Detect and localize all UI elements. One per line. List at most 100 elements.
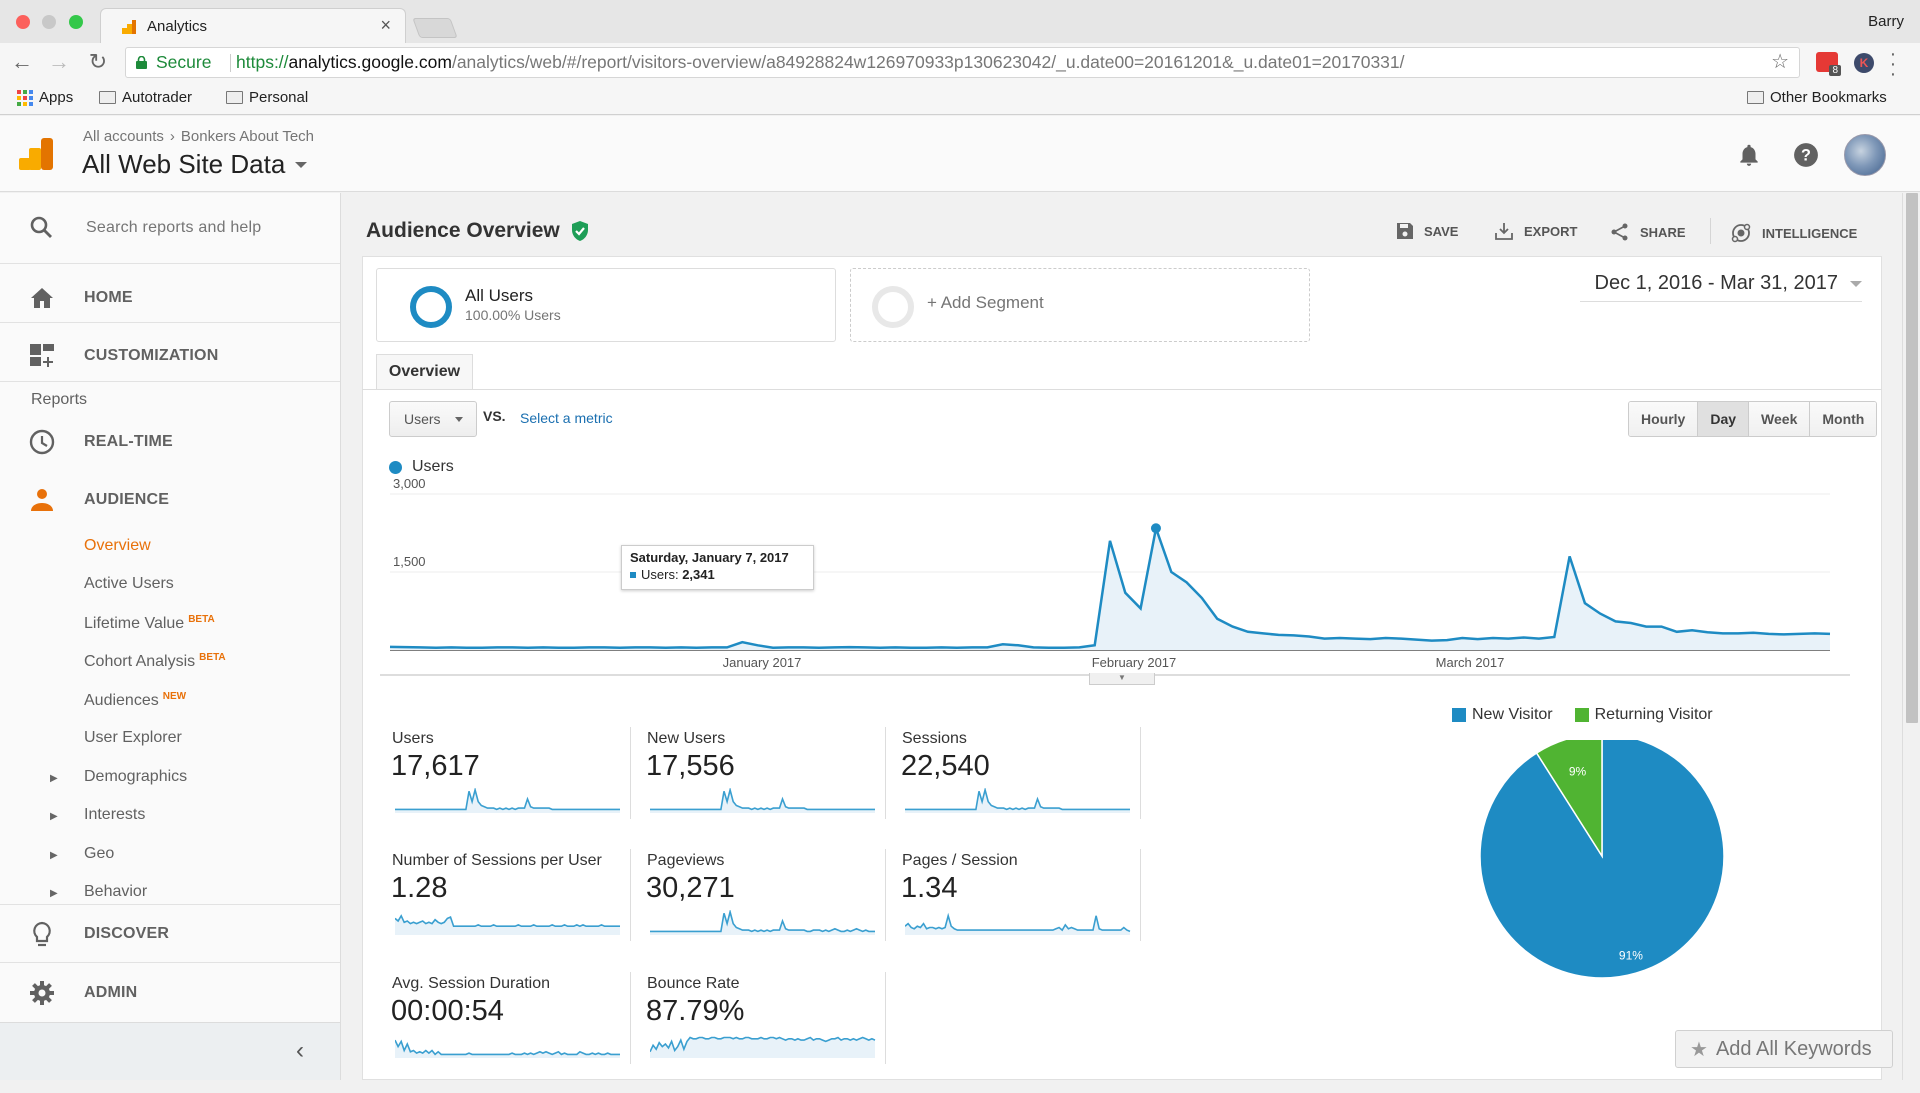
sidebar-subitem-active-users[interactable]: Active Users xyxy=(84,575,174,593)
tooltip-value-row: Users: 2,341 xyxy=(630,567,805,582)
address-bar[interactable]: Secure https://analytics.google.com/anal… xyxy=(125,47,1800,78)
page-scrollbar[interactable] xyxy=(1902,193,1920,1080)
tooltip-date: Saturday, January 7, 2017 xyxy=(630,550,789,565)
sidebar-subitem-interests[interactable]: Interests xyxy=(84,806,145,824)
kpi-divider xyxy=(630,972,631,1064)
sidebar-subitem-user-explorer[interactable]: User Explorer xyxy=(84,729,182,747)
back-arrow-icon[interactable]: ← xyxy=(10,49,34,75)
share-button[interactable]: SHARE xyxy=(1610,222,1686,242)
kpi-tile[interactable]: Avg. Session Duration 00:00:54 xyxy=(385,975,635,1093)
granularity-day[interactable]: Day xyxy=(1697,402,1749,436)
chart-resize-handle[interactable]: ▼ xyxy=(1089,673,1155,685)
kpi-divider xyxy=(630,727,631,819)
url-path: /analytics/web/#/report/visitors-overvie… xyxy=(451,52,1405,72)
star-icon: ★ xyxy=(1690,1038,1708,1061)
extension-badge: 8 xyxy=(1829,65,1841,76)
browser-profile-name[interactable]: Barry xyxy=(1868,13,1904,30)
expand-arrow-icon[interactable]: ▶ xyxy=(50,773,58,784)
breadcrumb-property[interactable]: Bonkers About Tech xyxy=(181,128,314,145)
sidebar-item-audience[interactable]: AUDIENCE xyxy=(0,483,340,517)
reload-icon[interactable]: ↻ xyxy=(86,49,110,75)
subitem-label: Behavior xyxy=(84,883,148,900)
save-button[interactable]: SAVE xyxy=(1396,222,1458,240)
sidebar-subitem-demographics[interactable]: Demographics xyxy=(84,768,187,786)
granularity-week[interactable]: Week xyxy=(1748,402,1810,436)
scrollbar-thumb[interactable] xyxy=(1906,193,1918,723)
user-avatar[interactable] xyxy=(1844,134,1886,176)
divider xyxy=(0,904,340,905)
breadcrumb-all-accounts[interactable]: All accounts xyxy=(83,128,164,145)
search-input[interactable]: Search reports and help xyxy=(86,219,261,237)
kpi-tile[interactable]: Users 17,617 xyxy=(385,730,635,848)
close-tab-icon[interactable]: × xyxy=(380,15,391,36)
sidebar-subitem-overview[interactable]: Overview xyxy=(84,537,151,555)
export-label: EXPORT xyxy=(1524,223,1578,239)
granularity-month[interactable]: Month xyxy=(1809,402,1877,436)
kpi-tile[interactable]: Bounce Rate 87.79% xyxy=(640,975,890,1093)
kpi-divider xyxy=(885,972,886,1064)
kpi-tile[interactable]: Pageviews 30,271 xyxy=(640,852,890,970)
metric-dropdown[interactable]: Users xyxy=(389,401,477,437)
sparkline-line xyxy=(395,788,620,811)
tab-overview[interactable]: Overview xyxy=(376,354,473,390)
granularity-hourly[interactable]: Hourly xyxy=(1629,402,1698,436)
lightbulb-icon xyxy=(33,921,51,947)
sidebar-subitem-behavior[interactable]: Behavior xyxy=(84,883,147,901)
new-tab-button[interactable] xyxy=(412,18,458,38)
highlighted-data-point[interactable] xyxy=(1150,523,1161,534)
maximize-window-button[interactable] xyxy=(69,15,83,29)
segment-all-users[interactable]: All Users 100.00% Users xyxy=(376,268,836,342)
kpi-sparkline xyxy=(395,788,620,813)
kpi-tile[interactable]: Pages / Session 1.34 xyxy=(895,852,1145,970)
other-bookmarks[interactable]: Other Bookmarks xyxy=(1747,89,1887,106)
svg-text:?: ? xyxy=(1801,146,1811,164)
sidebar-subitem-geo[interactable]: Geo xyxy=(84,845,114,863)
help-icon[interactable]: ? xyxy=(1793,142,1819,168)
sidebar-item-home[interactable]: HOME xyxy=(0,281,340,315)
close-window-button[interactable] xyxy=(16,15,30,29)
kpi-tile[interactable]: New Users 17,556 xyxy=(640,730,890,848)
sidebar-item-customization[interactable]: CUSTOMIZATION xyxy=(0,339,340,373)
kpi-label: Pageviews xyxy=(647,852,725,869)
collapse-sidebar-chevron-icon[interactable]: ‹ xyxy=(296,1037,304,1065)
bookmark-apps[interactable]: Apps xyxy=(17,89,73,106)
browser-menu-icon[interactable]: · · · xyxy=(1888,44,1898,84)
visitor-type-pie-chart[interactable]: 91% 9% xyxy=(1470,740,1740,980)
sidebar-item-realtime[interactable]: REAL-TIME xyxy=(0,425,340,459)
forward-arrow-icon[interactable]: → xyxy=(47,49,71,75)
view-name: All Web Site Data xyxy=(82,149,286,179)
y-tick-label: 1,500 xyxy=(393,554,426,569)
bookmark-star-icon[interactable]: ☆ xyxy=(1771,48,1789,77)
sidebar-subitem-cohort-analysis[interactable]: Cohort Analysis BETA xyxy=(84,652,226,671)
browser-tab-analytics[interactable]: Analytics × xyxy=(100,8,406,44)
sidebar-search[interactable]: Search reports and help xyxy=(0,211,340,245)
sidebar-item-admin[interactable]: ADMIN xyxy=(0,976,340,1010)
date-range-picker[interactable]: Dec 1, 2016 - Mar 31, 2017 xyxy=(1580,272,1862,302)
intelligence-button[interactable]: INTELLIGENCE xyxy=(1730,222,1857,244)
sidebar-item-discover[interactable]: DISCOVER xyxy=(0,917,340,951)
users-line-chart[interactable]: 3,000 1,500 January 2017 February 2017 Marc… xyxy=(380,478,1860,688)
kpi-tile[interactable]: Number of Sessions per User 1.28 xyxy=(385,852,635,970)
expand-arrow-icon[interactable]: ▶ xyxy=(50,888,58,899)
sparkline-line xyxy=(395,1039,620,1056)
calendar-extension-icon[interactable]: 8 xyxy=(1816,52,1841,76)
expand-arrow-icon[interactable]: ▶ xyxy=(50,811,58,822)
expand-arrow-icon[interactable]: ▶ xyxy=(50,850,58,861)
view-selector[interactable]: All Web Site Data xyxy=(82,149,308,180)
select-metric-link[interactable]: Select a metric xyxy=(520,410,613,426)
minimize-window-button[interactable] xyxy=(42,15,56,29)
k-extension-icon[interactable]: K xyxy=(1854,53,1874,73)
granularity-toggle: Hourly Day Week Month xyxy=(1628,401,1878,437)
add-segment-button[interactable]: + Add Segment xyxy=(850,268,1310,342)
bookmark-autotrader[interactable]: Autotrader xyxy=(99,89,192,106)
notifications-bell-icon[interactable] xyxy=(1736,142,1762,168)
sidebar-item-label: DISCOVER xyxy=(84,925,170,942)
bookmark-personal[interactable]: Personal xyxy=(226,89,308,106)
export-button[interactable]: EXPORT xyxy=(1494,222,1577,240)
sidebar-subitem-lifetime-value[interactable]: Lifetime Value BETA xyxy=(84,614,215,633)
divider xyxy=(0,263,340,264)
kpi-tile[interactable]: Sessions 22,540 xyxy=(895,730,1145,848)
sidebar-subitem-audiences[interactable]: Audiences NEW xyxy=(84,691,186,710)
intelligence-icon xyxy=(1731,223,1751,243)
add-all-keywords-button[interactable]: ★ Add All Keywords xyxy=(1675,1030,1893,1068)
